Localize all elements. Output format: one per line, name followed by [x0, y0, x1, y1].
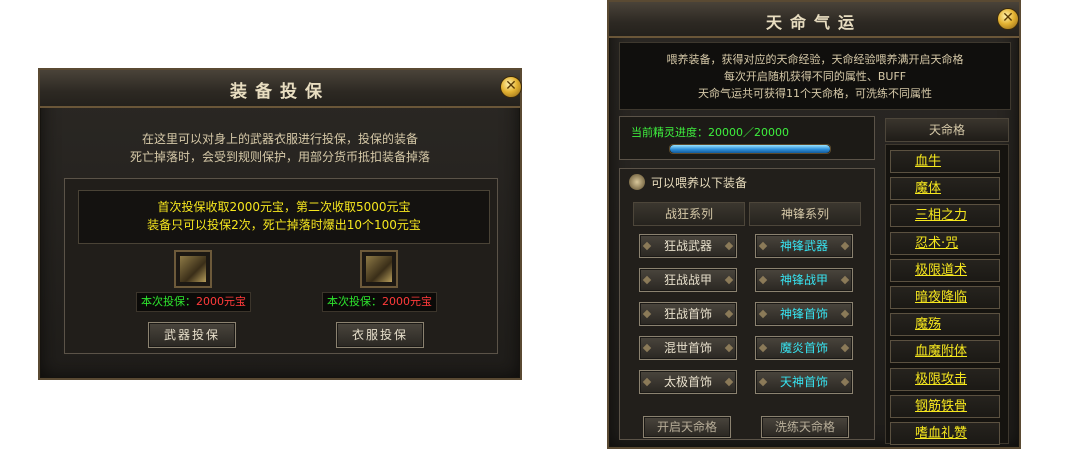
feed-item-kuangzhan-0[interactable]: 狂战武器	[639, 234, 737, 258]
fate-info-box: 喂养装备，获得对应的天命经验，天命经验喂养满开启天命格 每次开启随机获得不同的属…	[619, 42, 1011, 110]
feed-item-shenfeng-3[interactable]: 魔炎首饰	[755, 336, 853, 360]
fate-grid-item[interactable]: 忍术·咒	[890, 231, 1000, 255]
col-head-left: 战狂系列	[633, 202, 745, 226]
intro-line-1: 在这里可以对身上的武器衣服进行投保，投保的装备	[141, 132, 418, 146]
rule-line-2: 装备只可以投保2次，死亡掉落时爆出10个100元宝	[147, 218, 421, 232]
insurance-titlebar[interactable]: 装备投保	[40, 70, 520, 108]
col-head-right: 神锋系列	[749, 202, 861, 226]
fate-window: 天命气运 ✕ 喂养装备，获得对应的天命经验，天命经验喂养满开启天命格 每次开启随…	[607, 0, 1021, 449]
rules-box: 首次投保收取2000元宝，第二次收取5000元宝 装备只可以投保2次，死亡掉落时…	[78, 190, 490, 244]
rule-line-1: 首次投保收取2000元宝，第二次收取5000元宝	[157, 200, 411, 214]
feed-item-shenfeng-2[interactable]: 神锋首饰	[755, 302, 853, 326]
fate-grid-item[interactable]: 钢筋铁骨	[890, 394, 1000, 418]
info-line-2: 每次开启随机获得不同的属性、BUFF	[723, 70, 907, 83]
feed-item-kuangzhan-3[interactable]: 混世首饰	[639, 336, 737, 360]
feed-item-shenfeng-0[interactable]: 神锋武器	[755, 234, 853, 258]
fate-grid-header: 天命格	[885, 118, 1009, 142]
weapon-insure-button[interactable]: 武器投保	[148, 322, 236, 348]
feed-item-kuangzhan-1[interactable]: 狂战战甲	[639, 268, 737, 292]
fate-grid-item[interactable]: 暗夜降临	[890, 286, 1000, 309]
fate-grid-item[interactable]: 魔殇	[890, 313, 1000, 337]
info-line-3: 天命气运共可获得11个天命格，可洗练不同属性	[698, 87, 932, 100]
weapon-icon	[180, 256, 206, 282]
weapon-price: 本次投保：2000元宝	[136, 292, 251, 312]
fate-grid-item[interactable]: 魔体	[890, 177, 1000, 201]
fate-titlebar[interactable]: 天命气运	[609, 2, 1019, 38]
fate-grid-item[interactable]: 嗜血礼赞	[890, 422, 1000, 445]
feed-icon	[629, 174, 645, 190]
weapon-price-label: 本次投保：	[141, 295, 196, 308]
armor-price: 本次投保：2000元宝	[322, 292, 437, 312]
fate-title: 天命气运	[765, 13, 862, 32]
armor-insure-button[interactable]: 衣服投保	[336, 322, 424, 348]
armor-price-label: 本次投保：	[327, 295, 382, 308]
armor-slot[interactable]	[360, 250, 398, 288]
armor-price-value: 2000元宝	[382, 295, 432, 308]
insurance-title: 装备投保	[230, 82, 330, 102]
fate-grid-item[interactable]: 三相之力	[890, 204, 1000, 228]
feed-label: 可以喂养以下装备	[651, 176, 748, 190]
progress-fill	[670, 145, 830, 153]
progress-label: 当前精灵进度：20000／20000	[631, 126, 789, 139]
feed-item-shenfeng-1[interactable]: 神锋战甲	[755, 268, 853, 292]
progress-bar	[669, 144, 831, 154]
fate-grid-item[interactable]: 血魔附体	[890, 340, 1000, 364]
intro-line-2: 死亡掉落时，会受到规则保护，用部分货币抵扣装备掉落	[129, 150, 430, 164]
armor-icon	[366, 256, 392, 282]
fate-grid-item[interactable]: 血牛	[890, 150, 1000, 173]
close-icon[interactable]: ✕	[500, 76, 522, 98]
fate-grid-item[interactable]: 极限道术	[890, 258, 1000, 282]
weapon-slot[interactable]	[174, 250, 212, 288]
feed-item-kuangzhan-4[interactable]: 太极首饰	[639, 370, 737, 394]
weapon-price-value: 2000元宝	[196, 295, 246, 308]
feed-item-shenfeng-4[interactable]: 天神首饰	[755, 370, 853, 394]
fate-grid-item[interactable]: 极限攻击	[890, 367, 1000, 391]
refine-fate-button[interactable]: 洗练天命格	[761, 416, 849, 438]
insurance-window: 装备投保 ✕ 在这里可以对身上的武器衣服进行投保，投保的装备 死亡掉落时，会受到…	[38, 68, 522, 380]
info-line-1: 喂养装备，获得对应的天命经验，天命经验喂养满开启天命格	[666, 53, 964, 66]
feed-item-kuangzhan-2[interactable]: 狂战首饰	[639, 302, 737, 326]
open-fate-button[interactable]: 开启天命格	[643, 416, 731, 438]
fate-grid-title: 天命格	[928, 123, 965, 137]
close-icon[interactable]: ✕	[997, 8, 1019, 30]
